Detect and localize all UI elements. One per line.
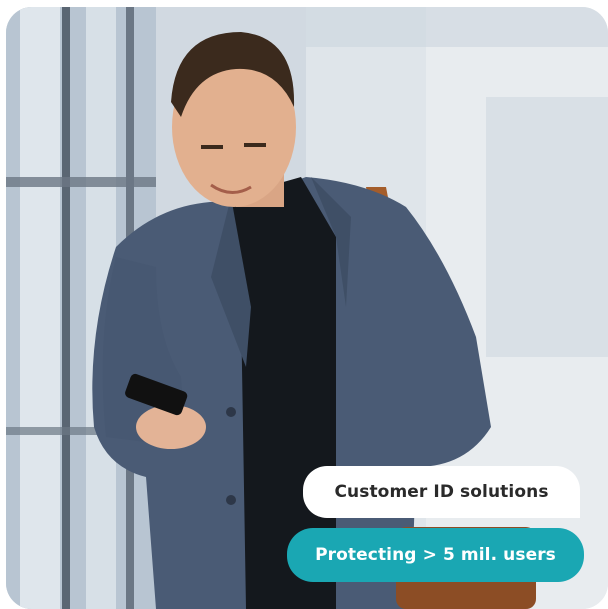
- hero-photo: [6, 7, 608, 609]
- hero-card: Customer ID solutions Protecting > 5 mil…: [6, 7, 608, 609]
- users-protected-badge: Protecting > 5 mil. users: [287, 528, 584, 582]
- customer-id-badge: Customer ID solutions: [303, 466, 580, 518]
